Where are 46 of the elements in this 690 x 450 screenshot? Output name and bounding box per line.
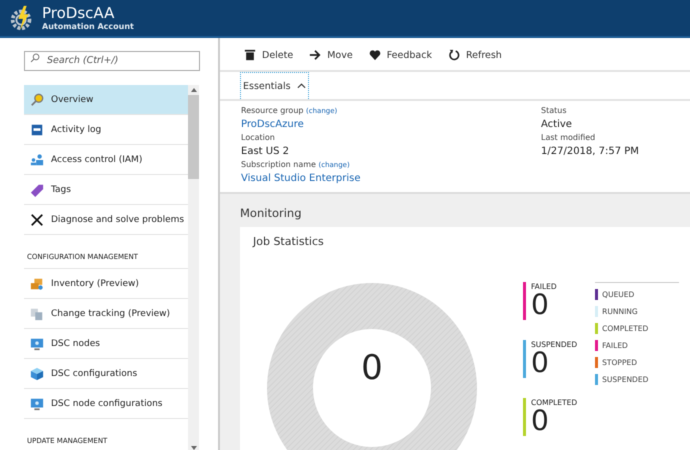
property-link[interactable]: ProDscAzure [241, 117, 541, 132]
monitor-icon [30, 396, 44, 410]
tools-icon [30, 212, 44, 226]
stat-value: 0 [531, 291, 549, 319]
cube-icon [30, 366, 44, 380]
property-value: East US 2 [241, 145, 290, 159]
scroll-down-icon[interactable] [190, 445, 198, 450]
property-value: 1/27/2018, 7:57 PM [541, 145, 639, 159]
sidebar-item[interactable]: DSC configurations [24, 359, 188, 389]
scrollbar-track[interactable] [188, 85, 199, 450]
heart-icon [368, 49, 381, 61]
account-subtitle: Automation Account [42, 22, 134, 31]
toolbar-button[interactable]: Refresh [444, 46, 506, 64]
people-icon [30, 152, 44, 166]
boxes-icon [30, 276, 44, 290]
property-label: Last modified [541, 132, 596, 144]
chevron-icon [296, 83, 306, 89]
sidebar-item[interactable]: DSC nodes [24, 329, 188, 359]
property-label: Status [541, 105, 568, 117]
documents-icon [30, 306, 44, 320]
monitor-icon [30, 336, 44, 350]
arrow-right-icon [309, 49, 322, 61]
sidebar-item[interactable]: Overview [24, 85, 188, 115]
property-label: Location [241, 132, 276, 144]
tag-icon [30, 182, 44, 196]
toolbar-button[interactable]: Move [305, 46, 357, 64]
card-title: Job Statistics [253, 235, 325, 248]
sidebar-item[interactable]: DSC node configurations [24, 389, 188, 419]
stat-value: 0 [531, 349, 549, 377]
account-title: ProDscAA [42, 5, 116, 22]
search-field[interactable]: Search (Ctrl+/) [24, 50, 200, 70]
search-icon [30, 53, 40, 63]
refresh-icon [448, 49, 460, 61]
scroll-up-icon[interactable] [190, 87, 198, 93]
property-link[interactable]: Visual Studio Enterprise [241, 171, 541, 186]
toolbar-button[interactable]: Feedback [364, 46, 436, 64]
trash-icon [244, 49, 256, 61]
toolbar-button[interactable]: Delete [240, 46, 298, 64]
total-count: 0 [360, 348, 384, 388]
stat-value: 0 [531, 407, 549, 435]
essentials-toggle[interactable]: Essentials [240, 72, 309, 99]
scrollbar-thumb[interactable] [188, 95, 199, 179]
log-icon [30, 122, 44, 136]
section-title: Monitoring [240, 206, 302, 220]
property-value: Active [541, 118, 573, 132]
sidebar-item[interactable]: Activity log [24, 115, 188, 145]
